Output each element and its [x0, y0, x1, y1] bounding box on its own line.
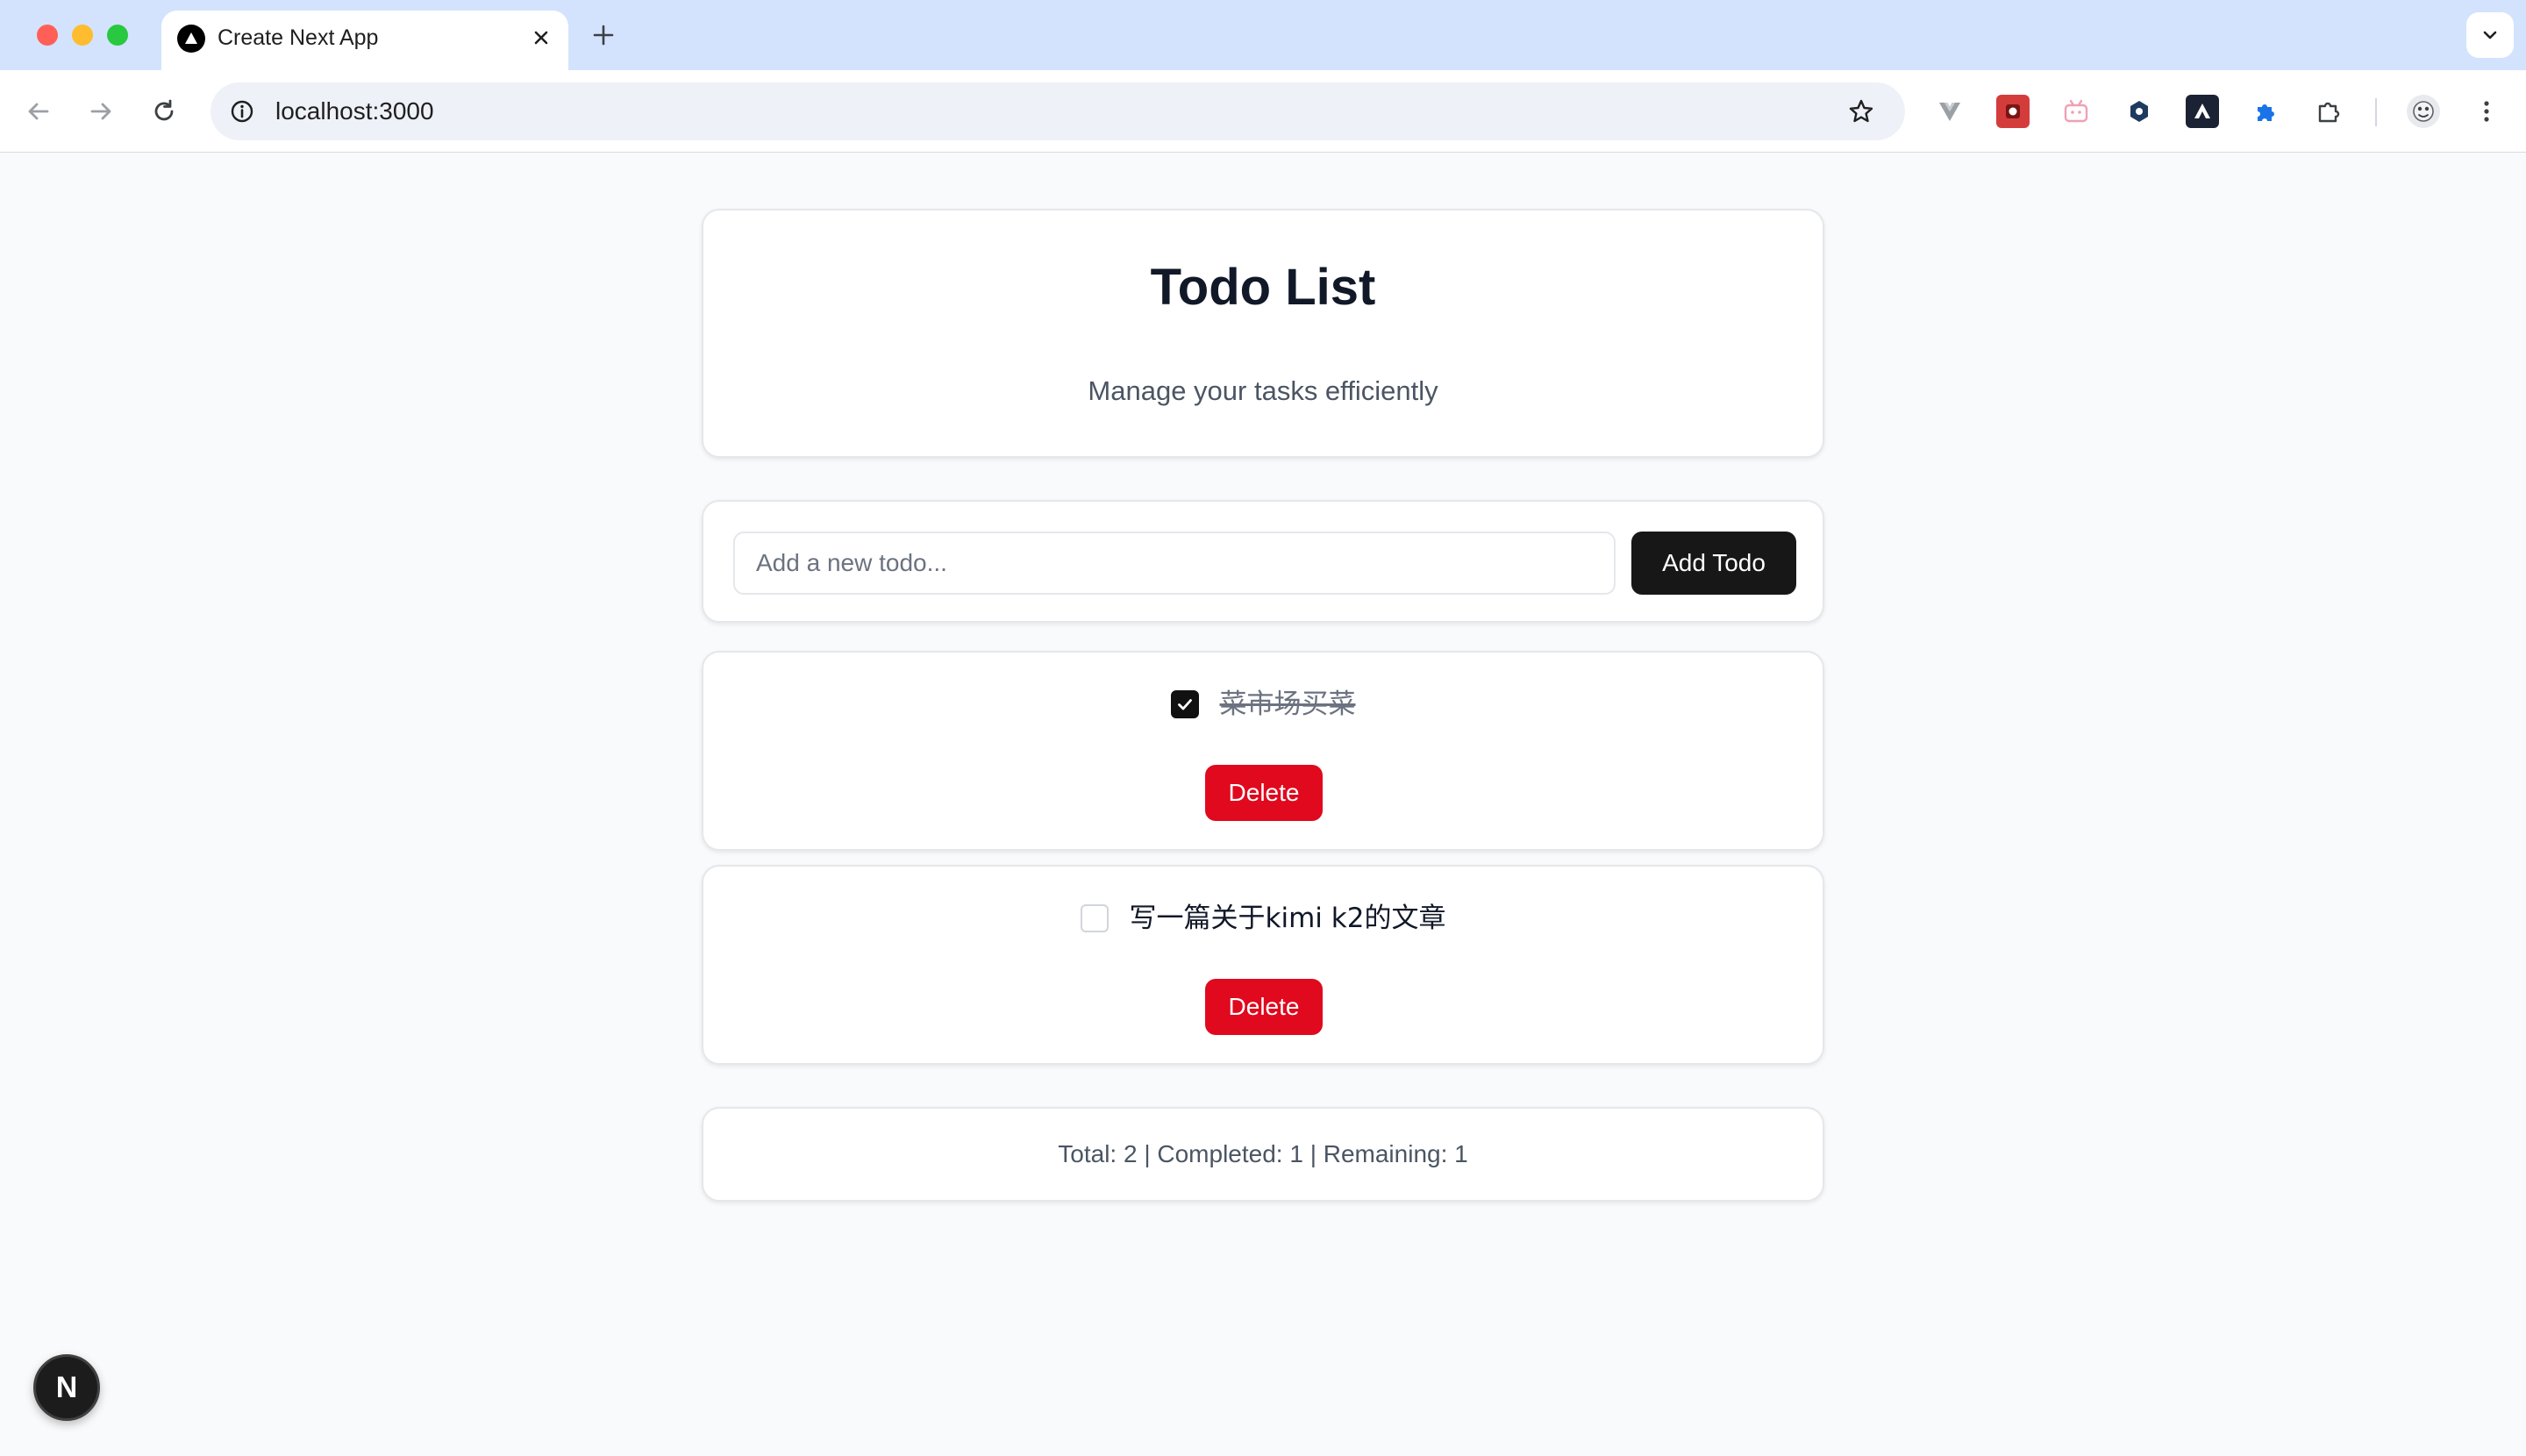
delete-todo-button[interactable]: Delete	[1205, 979, 1323, 1035]
todo-row: 菜市场买菜	[703, 684, 1823, 724]
maximize-window-button[interactable]	[107, 25, 128, 46]
todo-stats-text: Total: 2 | Completed: 1 | Remaining: 1	[1058, 1140, 1468, 1167]
add-todo-form: Add Todo	[702, 500, 1824, 623]
todo-item: 菜市场买菜 Delete	[702, 651, 1824, 851]
browser-toolbar: localhost:3000	[0, 70, 2526, 153]
triangle-logo-extension-icon[interactable]	[2186, 95, 2219, 128]
vue-devtools-extension-icon[interactable]	[1933, 95, 1966, 128]
bilibili-extension-icon[interactable]	[2059, 95, 2093, 128]
red-extension-icon[interactable]	[1996, 95, 2030, 128]
todo-text: 写一篇关于kimi k2的文章	[1129, 903, 1446, 934]
checkmark-icon	[1177, 699, 1192, 710]
delete-todo-button[interactable]: Delete	[1205, 765, 1323, 821]
hexagon-extension-icon[interactable]	[2123, 95, 2156, 128]
todo-text: 菜市场买菜	[1219, 689, 1356, 720]
browser-tab-bar: Create Next App	[0, 0, 2526, 70]
todo-item: 写一篇关于kimi k2的文章 Delete	[702, 865, 1824, 1065]
browser-tab[interactable]: Create Next App	[161, 11, 568, 70]
new-tab-plus-icon[interactable]	[588, 19, 619, 51]
url-text: localhost:3000	[275, 97, 434, 125]
tab-title: Create Next App	[218, 25, 379, 50]
bookmark-star-icon[interactable]	[1844, 94, 1879, 129]
page-subtitle: Manage your tasks efficiently	[1088, 375, 1438, 406]
todo-row: 写一篇关于kimi k2的文章	[703, 898, 1823, 939]
nextjs-favicon-icon	[177, 25, 205, 53]
address-bar[interactable]: localhost:3000	[210, 82, 1905, 140]
kebab-menu-icon[interactable]	[2470, 95, 2503, 128]
stats-card: Total: 2 | Completed: 1 | Remaining: 1	[702, 1107, 1824, 1202]
add-todo-button[interactable]: Add Todo	[1631, 532, 1796, 595]
minimize-window-button[interactable]	[72, 25, 93, 46]
back-arrow-icon[interactable]	[18, 91, 59, 132]
todo-checkbox-checked[interactable]	[1170, 690, 1199, 718]
site-info-icon[interactable]	[225, 94, 260, 129]
todo-checkbox-unchecked[interactable]	[1080, 904, 1109, 932]
header-card: Todo List Manage your tasks efficiently	[702, 209, 1824, 458]
blue-puzzle-extension-icon[interactable]	[2249, 95, 2282, 128]
page-title: Todo List	[1150, 259, 1376, 316]
profile-avatar-icon[interactable]	[2407, 95, 2440, 128]
new-todo-input[interactable]	[733, 532, 1616, 595]
close-window-button[interactable]	[37, 25, 58, 46]
toolbar-divider	[2375, 98, 2377, 126]
reload-icon[interactable]	[144, 91, 184, 132]
tab-search-chevron-down-icon[interactable]	[2466, 12, 2514, 58]
tab-close-icon[interactable]	[526, 23, 556, 53]
nextjs-dev-tools-button[interactable]: N	[33, 1354, 100, 1421]
puzzle-extensions-icon[interactable]	[2312, 95, 2345, 128]
forward-arrow-icon[interactable]	[81, 91, 121, 132]
